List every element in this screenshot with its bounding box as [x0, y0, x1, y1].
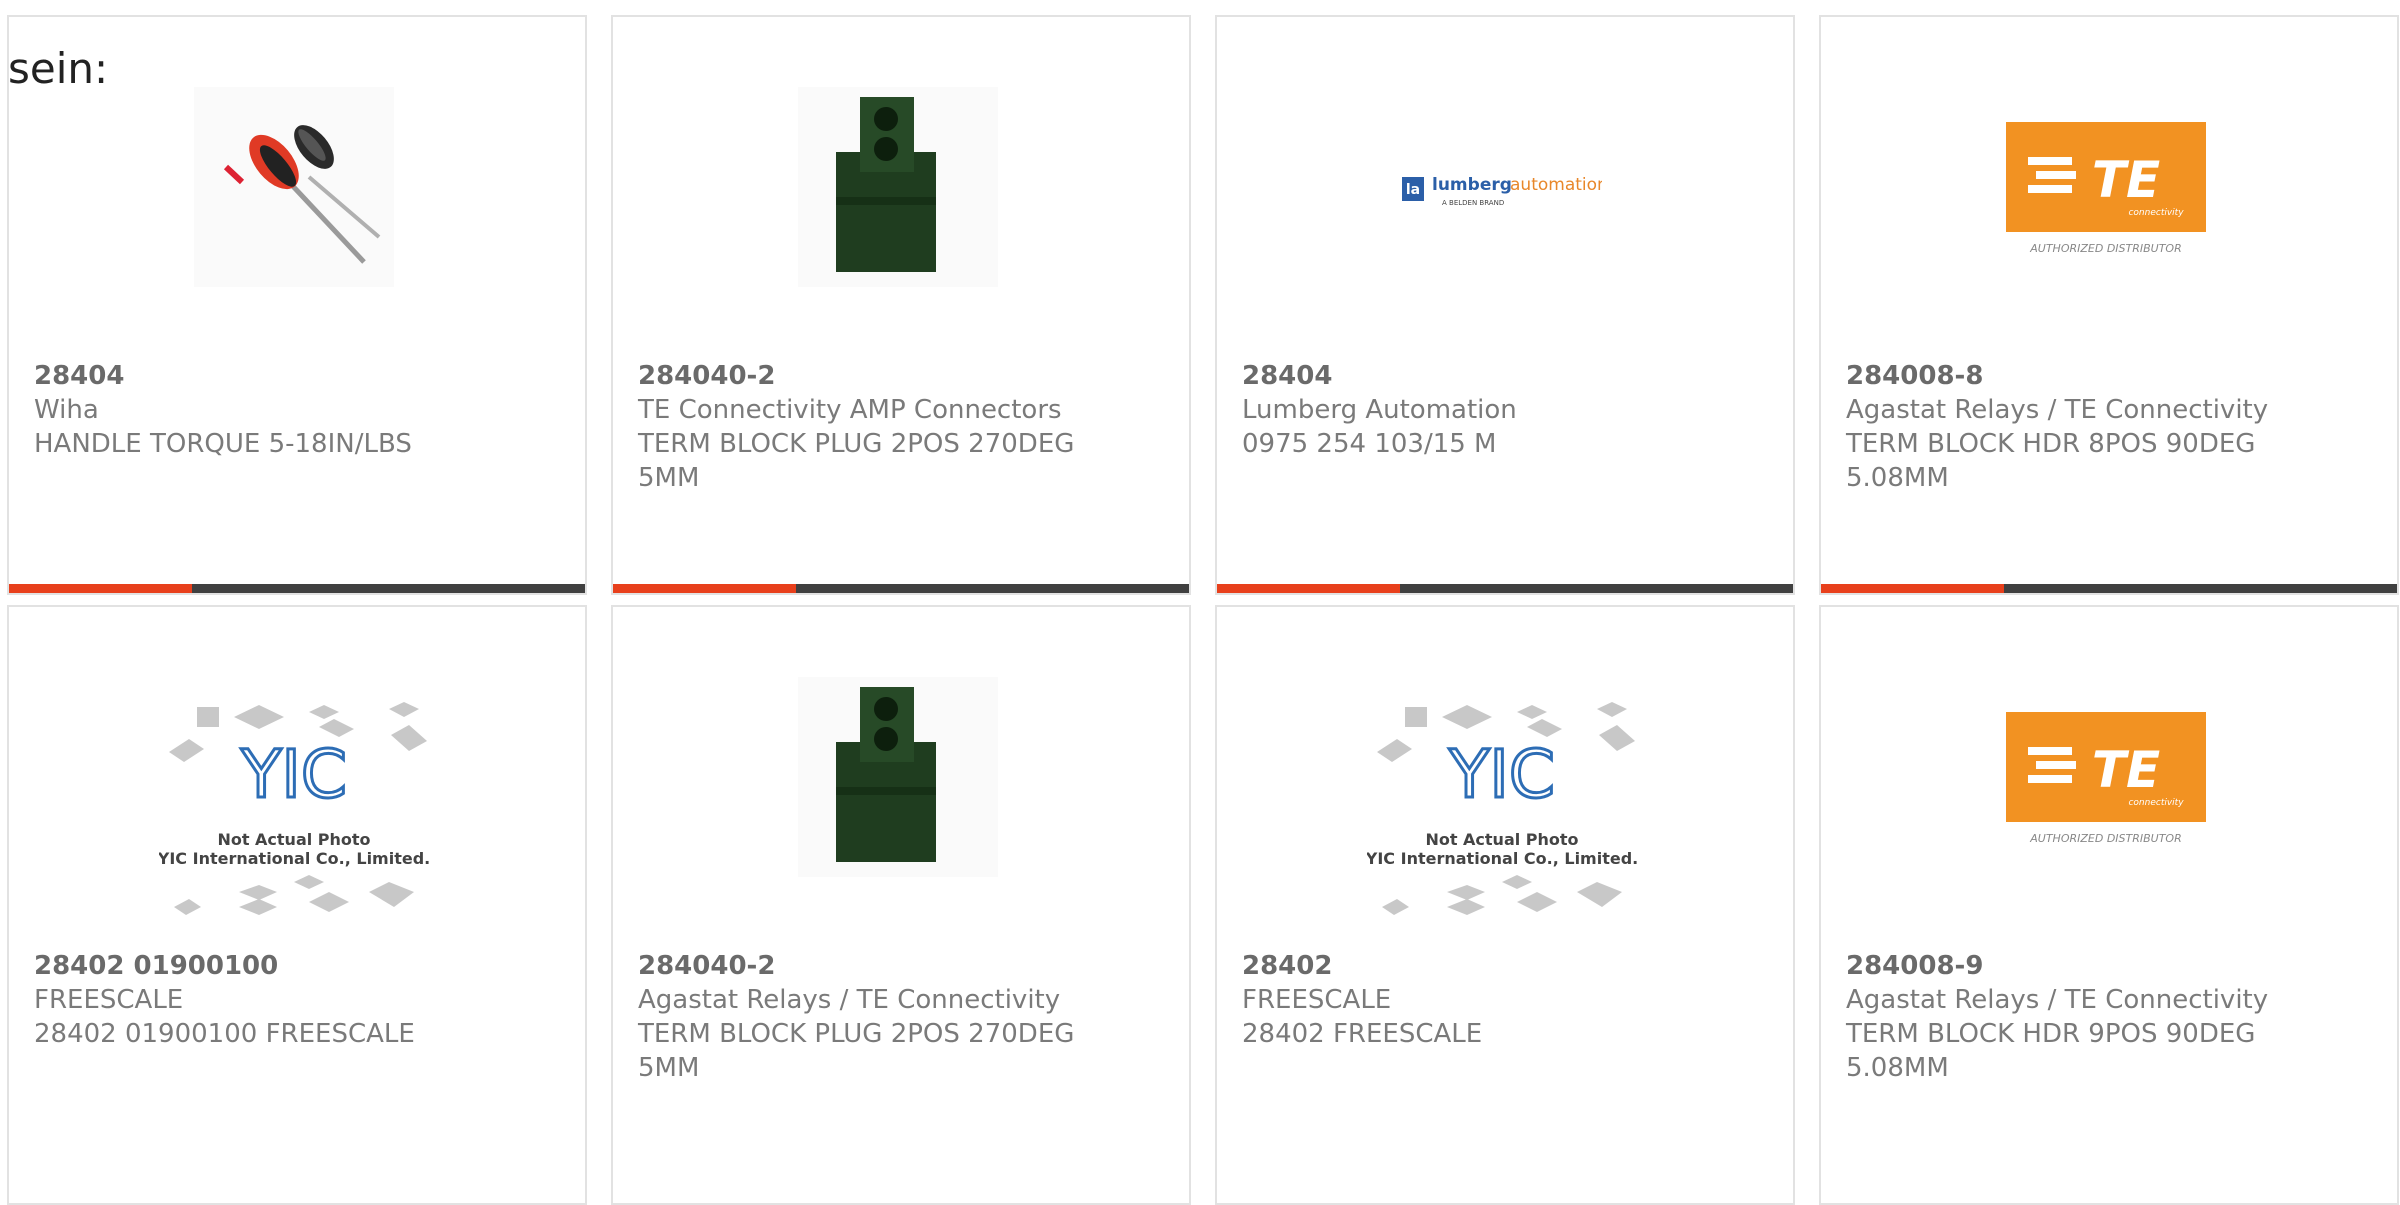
te-connectivity-logo[interactable]: TE connectivity AUTHORIZED DISTRIBUTOR	[2006, 677, 2206, 877]
card-bar	[613, 584, 1189, 593]
card-bar-accent	[613, 584, 796, 593]
product-card[interactable]: 28404 Wiha HANDLE TORQUE 5-18IN/LBS	[7, 15, 587, 595]
description: TERM BLOCK HDR 8POS 90DEG 5.08MM	[1846, 429, 2256, 493]
description: 0975 254 103/15 M	[1242, 429, 1497, 459]
card-bar-accent	[9, 584, 192, 593]
manufacturer: Wiha	[34, 395, 99, 425]
logo-brand: TE	[2092, 151, 2160, 209]
card-bar	[1821, 584, 2397, 593]
card-bar-accent	[1217, 584, 1400, 593]
part-number[interactable]: 28404	[1242, 359, 1773, 393]
product-card[interactable]: 284040-2 TE Connectivity AMP Connectors …	[611, 15, 1191, 595]
yic-line2: YIC International Co., Limited.	[159, 849, 429, 868]
product-card[interactable]: YIC Not Actual Photo YIC International C…	[7, 605, 587, 1205]
manufacturer: FREESCALE	[1242, 985, 1392, 1015]
product-card[interactable]: TE connectivity AUTHORIZED DISTRIBUTOR 2…	[1819, 15, 2399, 595]
product-card[interactable]: la lumberg automation A BELDEN BRAND 284…	[1215, 15, 1795, 595]
logo-caption: AUTHORIZED DISTRIBUTOR	[2029, 242, 2182, 255]
te-connectivity-logo[interactable]: TE connectivity AUTHORIZED DISTRIBUTOR	[2006, 87, 2206, 287]
logo-brand-a: lumberg	[1432, 175, 1512, 195]
card-bar	[9, 584, 585, 593]
terminal-block-photo[interactable]	[798, 87, 998, 287]
logo-sub: connectivity	[2128, 798, 2184, 808]
manufacturer: Lumberg Automation	[1242, 395, 1517, 425]
logo-caption: AUTHORIZED DISTRIBUTOR	[2029, 832, 2182, 845]
intro-text: sein:	[8, 44, 109, 93]
description: TERM BLOCK HDR 9POS 90DEG 5.08MM	[1846, 1019, 2256, 1083]
part-number[interactable]: 284008-9	[1846, 949, 2377, 983]
svg-text:YIC: YIC	[240, 736, 347, 813]
description: TERM BLOCK PLUG 2POS 270DEG 5MM	[638, 1019, 1075, 1083]
lumberg-automation-logo[interactable]: la lumberg automation A BELDEN BRAND	[1402, 87, 1602, 287]
card-bar-accent	[1821, 584, 2004, 593]
part-number[interactable]: 284008-8	[1846, 359, 2377, 393]
manufacturer: Agastat Relays / TE Connectivity	[638, 985, 1061, 1015]
logo-brand-b: automation	[1510, 175, 1602, 195]
description: TERM BLOCK PLUG 2POS 270DEG 5MM	[638, 429, 1075, 493]
description: HANDLE TORQUE 5-18IN/LBS	[34, 429, 412, 459]
svg-text:YIC: YIC	[1448, 736, 1555, 813]
screwdriver-photo[interactable]	[194, 87, 394, 287]
manufacturer: FREESCALE	[34, 985, 184, 1015]
logo-brand: TE	[2092, 741, 2160, 799]
part-number[interactable]: 28402	[1242, 949, 1773, 983]
yic-line1: Not Actual Photo	[217, 830, 370, 849]
manufacturer: Agastat Relays / TE Connectivity	[1846, 395, 2269, 425]
manufacturer: TE Connectivity AMP Connectors	[638, 395, 1062, 425]
part-number[interactable]: 284040-2	[638, 359, 1169, 393]
product-card[interactable]: YIC Not Actual Photo YIC International C…	[1215, 605, 1795, 1205]
yic-placeholder[interactable]: YIC Not Actual Photo YIC International C…	[159, 697, 429, 937]
yic-line1: Not Actual Photo	[1425, 830, 1578, 849]
manufacturer: Agastat Relays / TE Connectivity	[1846, 985, 2269, 1015]
description: 28402 FREESCALE	[1242, 1019, 1483, 1049]
logo-tagline: A BELDEN BRAND	[1442, 199, 1504, 207]
logo-sub: connectivity	[2128, 208, 2184, 218]
part-number[interactable]: 28404	[34, 359, 565, 393]
logo-mark: la	[1406, 182, 1420, 198]
terminal-block-photo[interactable]	[798, 677, 998, 877]
product-card[interactable]: TE connectivity AUTHORIZED DISTRIBUTOR 2…	[1819, 605, 2399, 1205]
description: 28402 01900100 FREESCALE	[34, 1019, 415, 1049]
product-card[interactable]: 284040-2 Agastat Relays / TE Connectivit…	[611, 605, 1191, 1205]
part-number[interactable]: 284040-2	[638, 949, 1169, 983]
yic-placeholder[interactable]: YIC Not Actual Photo YIC International C…	[1367, 697, 1637, 937]
card-bar	[1217, 584, 1793, 593]
part-number[interactable]: 28402 01900100	[34, 949, 565, 983]
yic-line2: YIC International Co., Limited.	[1367, 849, 1637, 868]
